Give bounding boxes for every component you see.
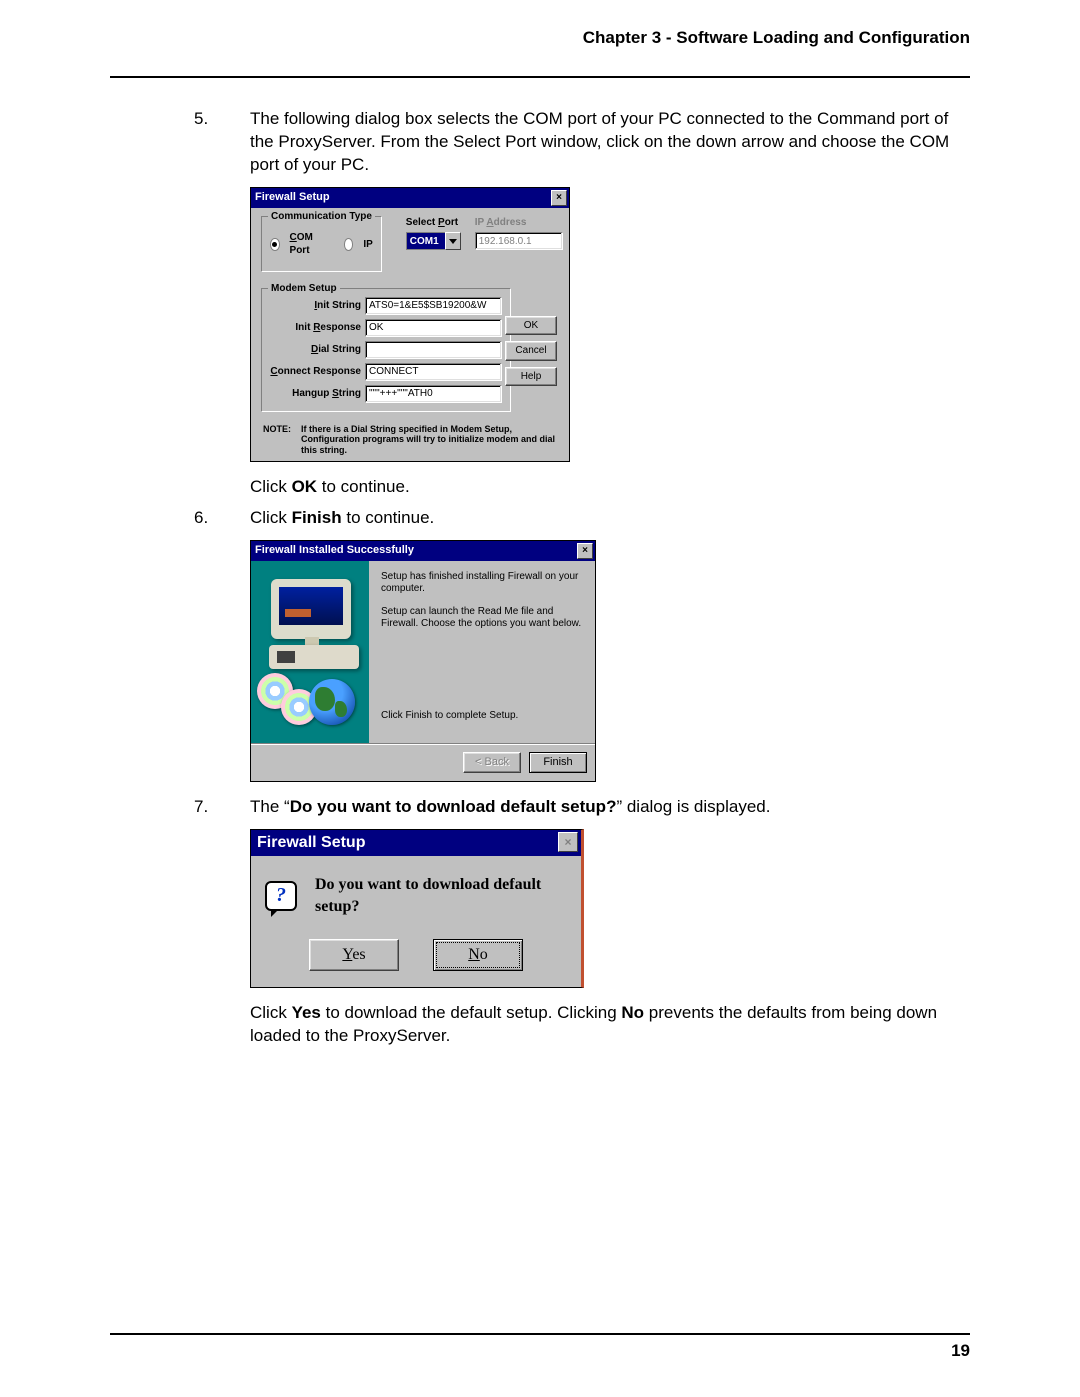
monitor-icon [271, 579, 351, 639]
help-button[interactable]: Help [505, 367, 557, 387]
installer-art [251, 561, 369, 743]
select-port-combo[interactable]: COM1 [406, 232, 461, 250]
select-port-value: COM1 [406, 232, 445, 250]
dlg2-title: Firewall Installed Successfully [255, 543, 577, 558]
step-7-after: Click Yes to download the default setup.… [250, 1002, 970, 1048]
download-default-dialog: Firewall Setup × ? Do you want to downlo… [250, 829, 584, 988]
step-5-after: Click OK to continue. [250, 476, 970, 499]
dlg2-titlebar: Firewall Installed Successfully × [251, 541, 595, 561]
hangup-string-label: Hangup String [270, 387, 365, 401]
firewall-setup-dialog: Firewall Setup × Communication Type COM … [250, 187, 570, 462]
step-5-text: The following dialog box selects the COM… [250, 108, 970, 177]
download-default-question: Do you want to download default setup? [315, 874, 567, 917]
dlg1-titlebar: Firewall Setup × [251, 188, 569, 208]
cancel-button[interactable]: Cancel [505, 341, 557, 361]
init-string-label: Init String [270, 299, 365, 313]
ip-address-field[interactable]: 192.168.0.1 [475, 232, 563, 250]
hangup-string-field[interactable]: """+++"""ATH0 [365, 385, 502, 403]
radio-ip-label: IP [363, 238, 372, 252]
question-icon: ? [265, 880, 297, 912]
radio-comport-label: COM Port [290, 231, 322, 258]
chevron-down-icon[interactable] [445, 232, 461, 250]
comm-type-legend: Communication Type [268, 210, 375, 224]
finish-button[interactable]: Finish [529, 752, 587, 773]
yes-button[interactable]: Yes [309, 939, 399, 971]
dlg2-msg2: Setup can launch the Read Me file and Fi… [381, 606, 585, 631]
computer-base-icon [269, 645, 359, 669]
init-response-label: Init Response [270, 321, 365, 335]
dlg1-title: Firewall Setup [255, 190, 551, 205]
close-icon[interactable]: × [558, 832, 578, 852]
step-7: 7. The “Do you want to download default … [110, 796, 970, 819]
modem-note: NOTE: If there is a Dial String specifie… [261, 422, 559, 455]
close-icon[interactable]: × [551, 190, 567, 206]
step-5-num: 5. [194, 108, 208, 131]
no-button[interactable]: No [433, 939, 523, 971]
select-port-label: Select Port [406, 216, 461, 230]
dlg3-title: Firewall Setup [257, 832, 558, 854]
connect-response-label: Connect Response [270, 365, 365, 379]
ip-address-label: IP Address [475, 216, 563, 230]
dlg2-msg3: Click Finish to complete Setup. [381, 710, 518, 723]
page-number: 19 [110, 1335, 970, 1361]
step-6-num: 6. [194, 507, 208, 530]
dial-string-field[interactable] [365, 341, 502, 359]
back-button: < Back [463, 752, 521, 773]
step-5: 5. The following dialog box selects the … [110, 108, 970, 177]
init-response-field[interactable]: OK [365, 319, 502, 337]
radio-ip[interactable] [344, 238, 354, 251]
ok-button[interactable]: OK [505, 316, 557, 336]
step-7-text: The “Do you want to download default set… [250, 796, 970, 819]
dial-string-label: Dial String [270, 343, 365, 357]
globe-icon [309, 679, 355, 725]
dlg2-msg1: Setup has finished installing Firewall o… [381, 571, 585, 596]
radio-comport[interactable] [270, 238, 280, 251]
install-success-dialog: Firewall Installed Successfully × Setup … [250, 540, 596, 782]
close-icon[interactable]: × [577, 543, 593, 559]
modem-setup-legend: Modem Setup [268, 282, 340, 296]
step-6: 6. Click Finish to continue. [110, 507, 970, 530]
step-6-text: Click Finish to continue. [250, 507, 970, 530]
step-7-num: 7. [194, 796, 208, 819]
chapter-title: Chapter 3 - Software Loading and Configu… [110, 28, 970, 54]
init-string-field[interactable]: ATS0=1&E5$SB19200&W [365, 297, 502, 315]
dlg3-titlebar: Firewall Setup × [251, 830, 581, 857]
connect-response-field[interactable]: CONNECT [365, 363, 502, 381]
